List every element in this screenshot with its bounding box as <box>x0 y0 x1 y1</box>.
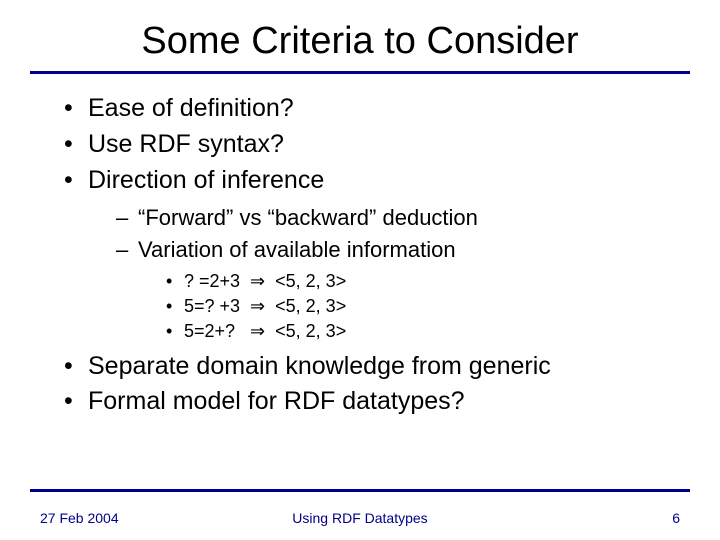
slide-footer: 27 Feb 2004 Using RDF Datatypes 6 <box>0 510 720 526</box>
footer-date: 27 Feb 2004 <box>40 510 119 526</box>
footer-page-number: 6 <box>672 510 680 526</box>
slide-title: Some Criteria to Consider <box>0 0 720 71</box>
bullet-list-level2: “Forward” vs “backward” deduction Variat… <box>88 203 680 343</box>
bullet-list-level1: Ease of definition? Use RDF syntax? Dire… <box>64 92 680 419</box>
bullet-item: Separate domain knowledge from generic <box>64 350 680 384</box>
slide: Some Criteria to Consider Ease of defini… <box>0 0 720 540</box>
bullet-text: Direction of inference <box>88 166 324 194</box>
footer-divider <box>30 489 690 492</box>
bullet-text: Variation of available information <box>138 237 456 262</box>
bullet-item: ? =2+3 ⇒ <5, 2, 3> <box>166 269 680 293</box>
bullet-item: Direction of inference “Forward” vs “bac… <box>64 164 680 344</box>
bullet-item: Formal model for RDF datatypes? <box>64 385 680 419</box>
bullet-item: “Forward” vs “backward” deduction <box>116 203 680 233</box>
bullet-item: Ease of definition? <box>64 92 680 126</box>
bullet-item: 5=? +3 ⇒ <5, 2, 3> <box>166 294 680 318</box>
bullet-item: Variation of available information ? =2+… <box>116 235 680 344</box>
bullet-item: Use RDF syntax? <box>64 128 680 162</box>
slide-content: Ease of definition? Use RDF syntax? Dire… <box>0 74 720 419</box>
bullet-list-level3: ? =2+3 ⇒ <5, 2, 3> 5=? +3 ⇒ <5, 2, 3> 5=… <box>138 269 680 344</box>
bullet-item: 5=2+? ⇒ <5, 2, 3> <box>166 319 680 343</box>
